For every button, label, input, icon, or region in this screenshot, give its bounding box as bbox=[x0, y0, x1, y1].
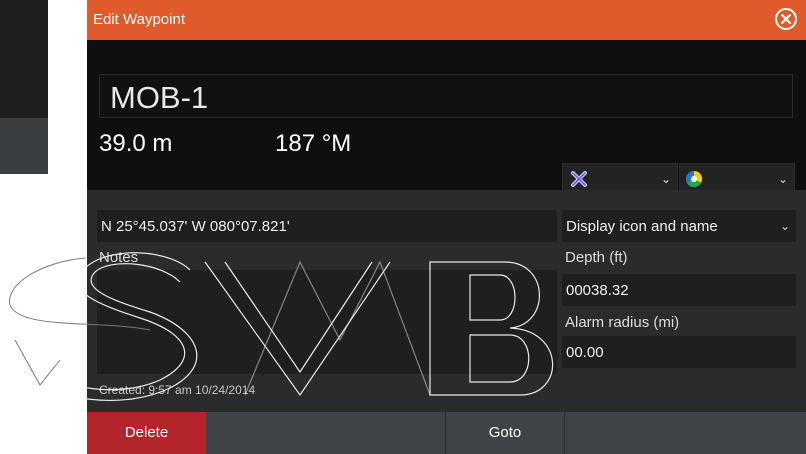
alarm-radius-value: 00.00 bbox=[566, 344, 604, 361]
title-bar: Edit Waypoint bbox=[87, 0, 806, 40]
notes-field[interactable] bbox=[97, 270, 557, 374]
waypoint-header: MOB-1 39.0 m 187 °M ⌄ ⌄ bbox=[87, 40, 806, 195]
position-value: N 25°45.037' W 080°07.821' bbox=[101, 218, 290, 235]
background-panel-strip bbox=[0, 118, 48, 174]
display-mode-select[interactable]: Display icon and name ⌄ bbox=[562, 210, 796, 242]
display-mode-value: Display icon and name bbox=[566, 218, 718, 235]
waypoint-distance: 39.0 m bbox=[99, 130, 173, 157]
button-bar: Delete Goto bbox=[87, 412, 806, 454]
details-panel: N 25°45.037' W 080°07.821' Display icon … bbox=[87, 190, 806, 412]
empty-button[interactable] bbox=[206, 412, 446, 454]
close-icon[interactable] bbox=[774, 7, 798, 31]
depth-value: 00038.32 bbox=[566, 282, 629, 299]
waypoint-name-field[interactable]: MOB-1 bbox=[99, 74, 793, 118]
empty-button[interactable] bbox=[565, 412, 806, 454]
goto-button[interactable]: Goto bbox=[446, 412, 565, 454]
mob-x-icon bbox=[571, 171, 587, 187]
notes-label: Notes bbox=[99, 249, 139, 266]
chevron-down-icon: ⌄ bbox=[660, 172, 671, 186]
chevron-down-icon: ⌄ bbox=[779, 219, 790, 233]
created-timestamp: Created: 9:57 am 10/24/2014 bbox=[99, 383, 256, 397]
position-field[interactable]: N 25°45.037' W 080°07.821' bbox=[97, 210, 557, 242]
dialog-title: Edit Waypoint bbox=[93, 11, 185, 28]
waypoint-bearing: 187 °M bbox=[275, 130, 352, 157]
background-panel bbox=[0, 0, 48, 174]
edit-waypoint-dialog: Edit Waypoint MOB-1 39.0 m 187 °M ⌄ ⌄ N … bbox=[87, 0, 806, 454]
color-wheel-icon bbox=[685, 170, 703, 188]
alarm-radius-field[interactable]: 00.00 bbox=[562, 336, 796, 368]
depth-field[interactable]: 00038.32 bbox=[562, 274, 796, 306]
delete-button[interactable]: Delete bbox=[87, 412, 206, 454]
depth-label: Depth (ft) bbox=[565, 249, 628, 266]
alarm-radius-label: Alarm radius (mi) bbox=[565, 314, 680, 331]
waypoint-name: MOB-1 bbox=[110, 80, 209, 115]
chevron-down-icon: ⌄ bbox=[777, 172, 788, 186]
